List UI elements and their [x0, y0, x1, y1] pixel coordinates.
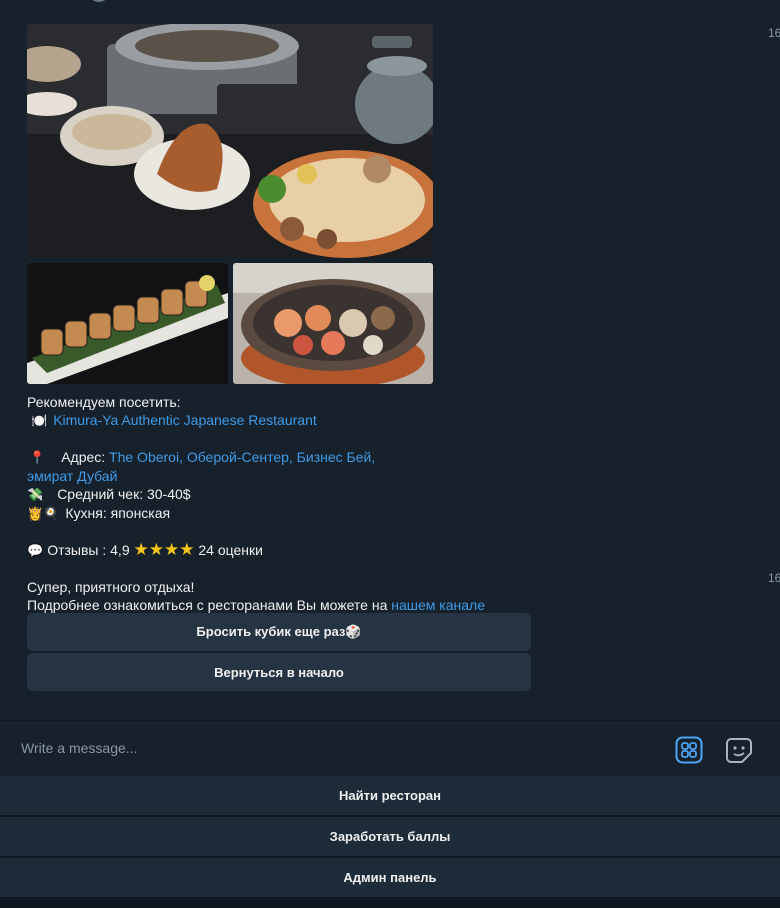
speech-bubble-icon: 💬: [27, 543, 44, 558]
avatar[interactable]: [88, 0, 110, 2]
photo-hotpot[interactable]: [27, 24, 433, 258]
address-label: Адрес:: [61, 449, 106, 465]
admin-panel-button[interactable]: Админ панель: [0, 858, 780, 897]
message-time: 16: [768, 26, 780, 40]
roll-dice-again-button[interactable]: Бросить кубик еще раз🎲: [27, 613, 531, 651]
recommend-title: Рекомендуем посетить:: [27, 394, 181, 410]
bot-commands-icon[interactable]: [675, 736, 703, 764]
earn-points-button[interactable]: Заработать баллы: [0, 817, 780, 856]
message-input[interactable]: Write a message...: [21, 740, 137, 756]
restaurant-link[interactable]: Kimura-Ya Authentic Japanese Restaurant: [53, 412, 317, 428]
pin-icon: 📍: [29, 450, 46, 465]
star-icon: ★★★★: [133, 540, 195, 559]
reviews-row: 💬 Отзывы : 4,9 ★★★★ 24 оценки: [27, 541, 547, 560]
closing-line: Супер, приятного отдыха!: [27, 579, 195, 595]
check-label: Средний чек: 30-40$: [57, 486, 191, 502]
reviews-count: 24 оценки: [198, 542, 263, 558]
details-prefix: Подробнее ознакомиться с ресторанами Вы …: [27, 597, 388, 613]
details-row: Подробнее ознакомиться с ресторанами Вы …: [27, 596, 547, 614]
address-link[interactable]: The Oberoi, Оберой-Сентер, Бизнес Бей,: [109, 449, 375, 465]
restaurant-row: 🍽️ Kimura-Ya Authentic Japanese Restauran…: [27, 411, 547, 430]
reviews-label: Отзывы : 4,9: [47, 542, 130, 558]
money-icon: 💸: [27, 487, 44, 502]
cuisine-row: 👸🍳 Кухня: японская: [27, 504, 547, 523]
photo-grill[interactable]: [233, 263, 433, 384]
message-time: 16: [768, 571, 780, 585]
reply-keyboard: Найти ресторан Заработать баллы Админ па…: [0, 776, 780, 908]
message-text: Рекомендуем посетить: 🍽️ Kimura-Ya Authen…: [27, 393, 547, 614]
back-to-start-button[interactable]: Вернуться в начало: [27, 653, 531, 691]
photo-album[interactable]: [27, 24, 433, 384]
plate-icon: 🍽️: [31, 413, 48, 428]
address-row: 📍 Адрес: The Oberoi, Оберой-Сентер, Бизне…: [27, 448, 547, 467]
chef-icon: 👸🍳: [27, 506, 60, 521]
cuisine-label: Кухня: японская: [65, 505, 171, 521]
address-link-2[interactable]: эмират Дубай: [27, 468, 117, 484]
address-row-2: эмират Дубай: [27, 467, 547, 485]
check-row: 💸 Средний чек: 30-40$: [27, 485, 547, 504]
message-composer: Write a message...: [0, 720, 780, 775]
sticker-icon[interactable]: [725, 736, 753, 764]
find-restaurant-button[interactable]: Найти ресторан: [0, 776, 780, 815]
channel-link[interactable]: нашем канале: [391, 597, 485, 613]
photo-sushi[interactable]: [27, 263, 228, 384]
